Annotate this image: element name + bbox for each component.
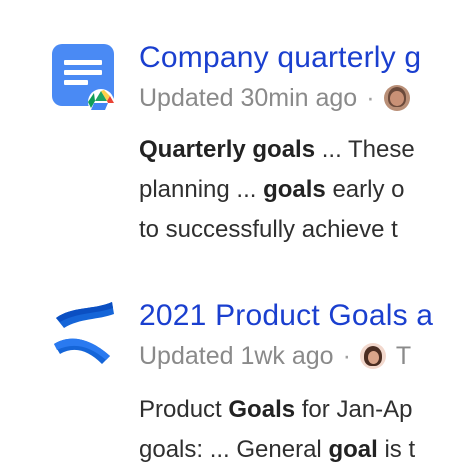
result-snippet: Product Goals for Jan-Ap goals: ... Gene… — [139, 390, 415, 470]
snippet-highlight: goals — [263, 176, 326, 203]
avatar — [359, 343, 386, 369]
result-title-link[interactable]: 2021 Product Goals a — [139, 296, 433, 336]
snippet-text: ... These — [315, 136, 415, 163]
snippet-text: early o — [325, 176, 405, 203]
result-title-link[interactable]: Company quarterly g — [139, 38, 421, 78]
result-snippet: Quarterly goals ... These planning ... g… — [139, 130, 415, 250]
snippet-text: planning ... — [139, 176, 264, 203]
snippet-text: to successfully achieve t — [139, 216, 398, 243]
snippet-line: goals: ... General goal is t — [139, 430, 415, 470]
snippet-line: Product Goals for Jan-Ap — [139, 390, 415, 430]
meta-separator: · — [366, 84, 375, 112]
confluence-icon — [50, 300, 120, 370]
snippet-highlight: Quarterly goals — [139, 136, 316, 163]
snippet-line: Quarterly goals ... These — [139, 130, 415, 170]
updated-time: Updated 1wk ago — [139, 342, 334, 370]
meta-separator: · — [342, 342, 351, 370]
author-name: T — [395, 342, 412, 370]
result-meta: Updated 30min ago · — [139, 82, 410, 114]
google-docs-icon — [50, 44, 120, 115]
snippet-text: Product — [139, 396, 229, 423]
snippet-highlight: Goals — [228, 396, 296, 423]
search-results: Company quarterly g Updated 30min ago · … — [0, 0, 450, 463]
avatar — [383, 85, 410, 111]
result-meta: Updated 1wk ago · T — [139, 340, 411, 372]
snippet-line: to successfully achieve t — [139, 210, 415, 250]
updated-time: Updated 30min ago — [139, 84, 358, 112]
snippet-text: for Jan-Ap — [295, 396, 413, 423]
snippet-line: planning ... goals early o — [139, 170, 415, 210]
